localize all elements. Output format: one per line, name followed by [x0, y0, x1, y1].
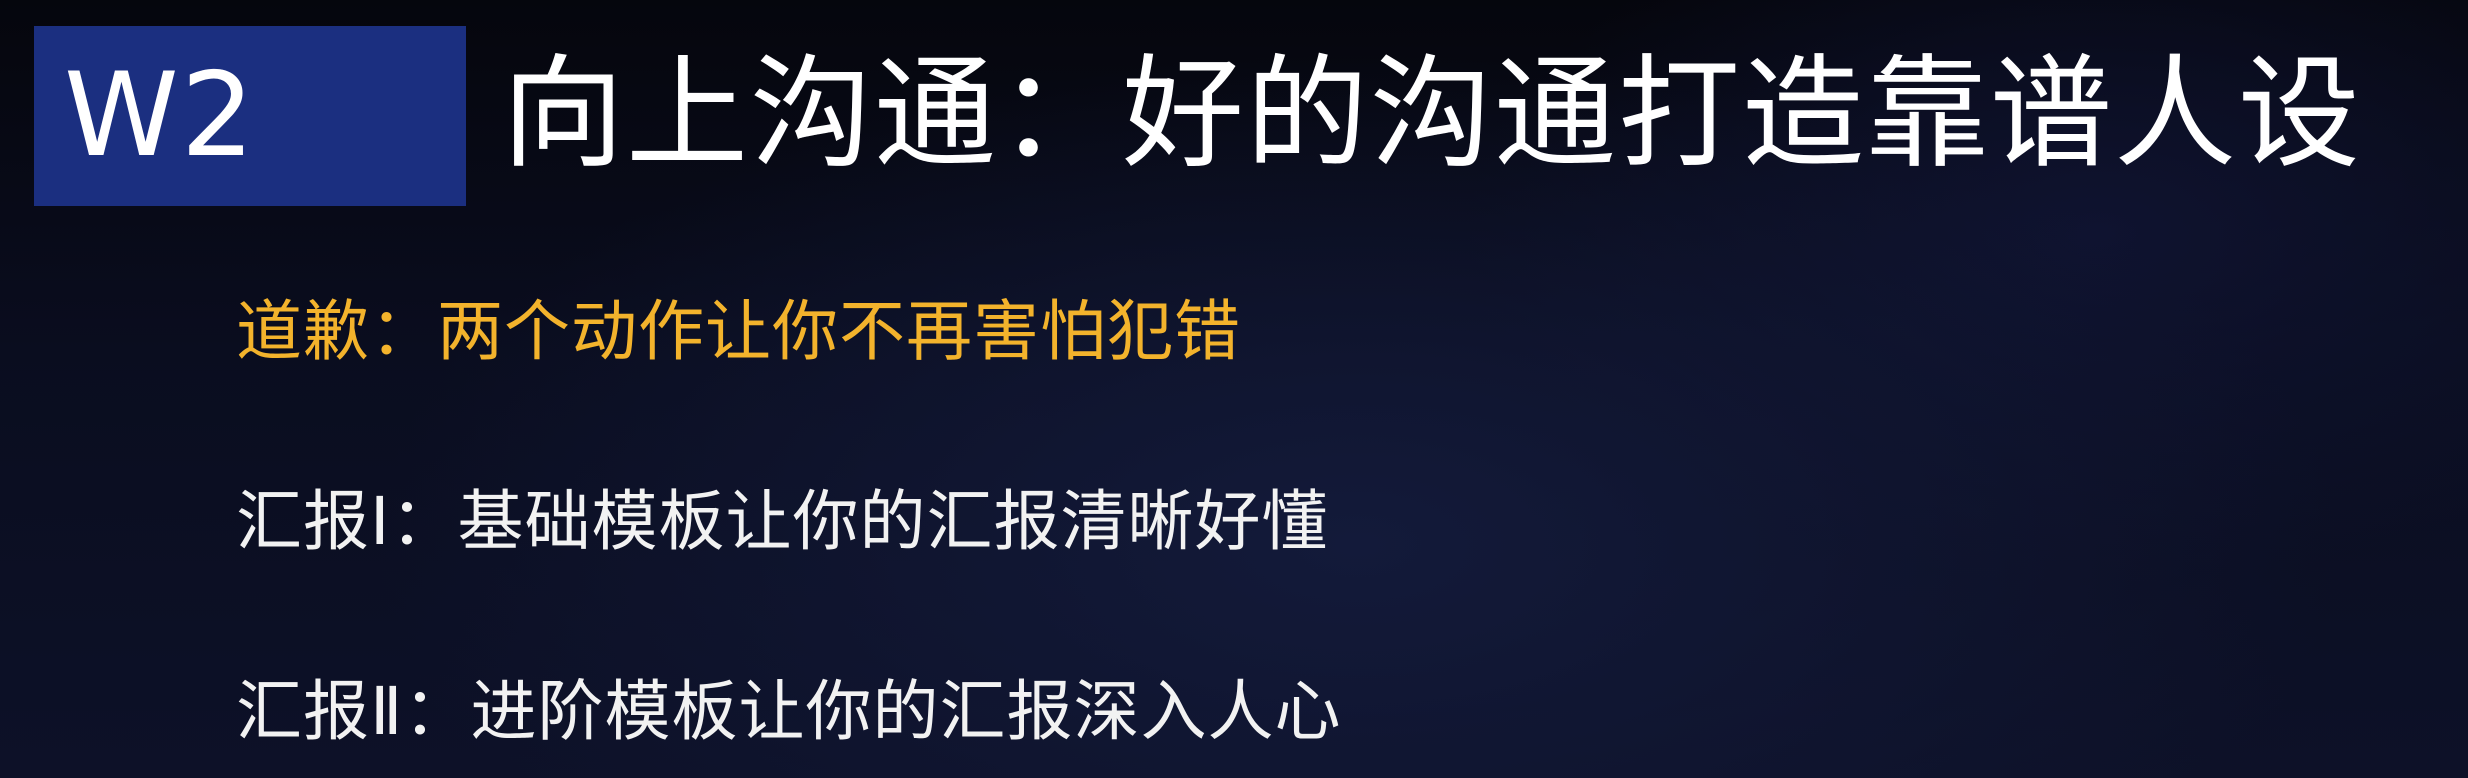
agenda-item-apology: 道歉：两个动作让你不再害怕犯错 [236, 293, 1241, 370]
agenda-item-report-basic: 汇报Ⅰ：基础模板让你的汇报清晰好懂 [236, 483, 1329, 560]
slide: W2 向上沟通：好的沟通打造靠谱人设 道歉：两个动作让你不再害怕犯错 汇报Ⅰ：基… [0, 0, 2468, 778]
slide-title: 向上沟通：好的沟通打造靠谱人设 [502, 43, 2362, 185]
week-badge: W2 [34, 26, 466, 206]
agenda-list: 道歉：两个动作让你不再害怕犯错 汇报Ⅰ：基础模板让你的汇报清晰好懂 汇报Ⅱ：进阶… [236, 290, 1341, 754]
agenda-item-report-advanced: 汇报Ⅱ：进阶模板让你的汇报深入人心 [236, 673, 1342, 750]
